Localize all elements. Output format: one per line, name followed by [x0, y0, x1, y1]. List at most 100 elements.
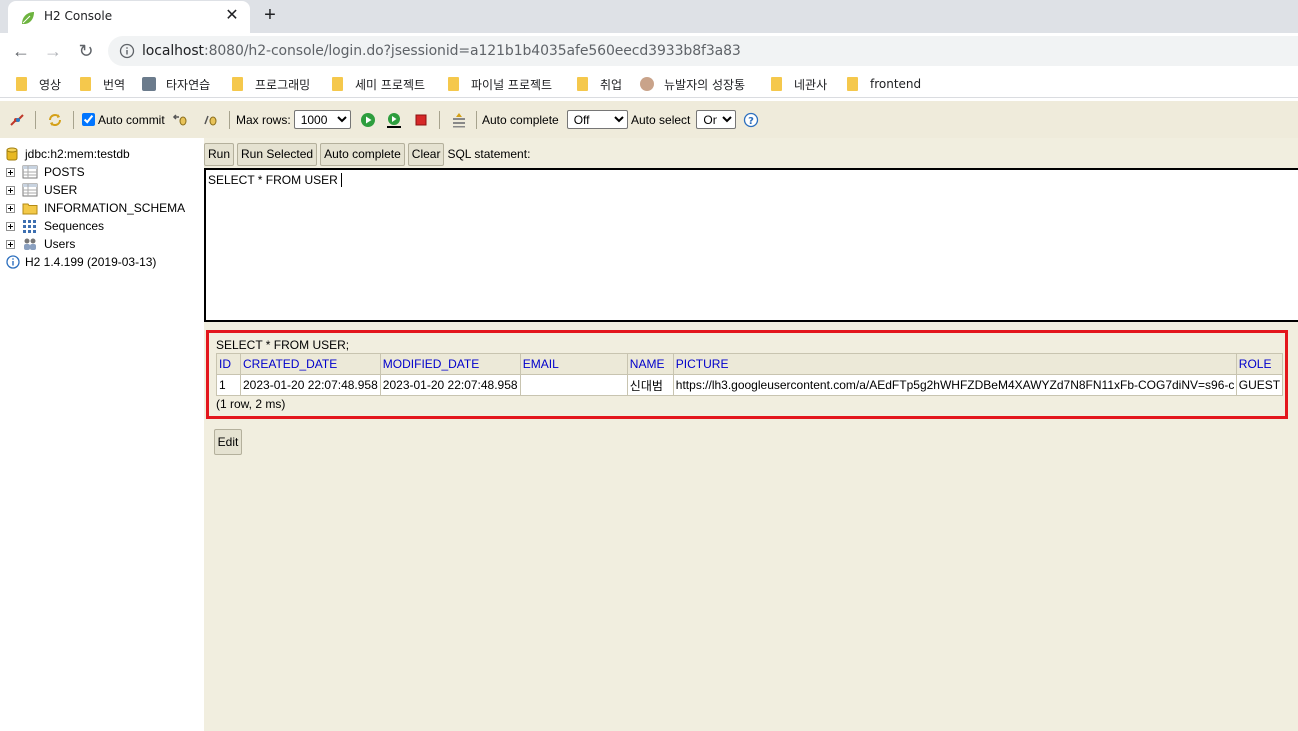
rollback-icon [172, 113, 187, 125]
column-header[interactable]: CREATED_DATE [240, 353, 381, 375]
bookmark-item[interactable]: 타자연습 [142, 75, 210, 93]
folder-icon [80, 77, 91, 91]
table-cell: 2023-01-20 22:07:48.958 [379, 374, 521, 396]
browser-tab[interactable]: H2 Console ✕ [8, 1, 250, 33]
history-button[interactable] [451, 101, 467, 138]
folder-icon [771, 77, 782, 91]
tab-close-icon[interactable]: ✕ [222, 6, 242, 26]
folder-icon [847, 77, 858, 91]
tab-title: H2 Console [44, 9, 113, 23]
sequence-icon [23, 220, 36, 233]
bookmark-item[interactable]: 네관사 [771, 75, 827, 93]
column-header[interactable]: PICTURE [672, 353, 1237, 375]
users-icon [24, 238, 36, 250]
toolbar-separator [229, 111, 230, 129]
disconnect-button[interactable] [9, 101, 25, 138]
tree-item-label: INFORMATION_SCHEMA [44, 201, 186, 215]
column-header[interactable]: EMAIL [519, 353, 628, 375]
database-icon [6, 147, 18, 161]
auto-select-label: Auto select [631, 112, 691, 127]
site-favicon-icon [640, 77, 654, 91]
sql-button-bar: Run Run Selected Auto complete Clear SQL… [204, 142, 530, 166]
tree-item-sequences[interactable]: Sequences [6, 217, 104, 235]
expand-icon[interactable] [6, 185, 15, 195]
bookmark-item[interactable]: 취업 [577, 75, 622, 93]
auto-complete-control: Auto complete Off [482, 101, 628, 138]
column-header[interactable]: ID [216, 353, 241, 375]
back-arrow-icon[interactable]: ← [9, 39, 33, 63]
new-tab-button[interactable]: + [258, 4, 282, 28]
column-header[interactable]: NAME [626, 353, 674, 375]
column-header[interactable]: MODIFIED_DATE [379, 353, 521, 375]
reload-icon[interactable]: ↻ [74, 39, 98, 63]
sql-editor-text: SELECT * FROM USER [208, 173, 342, 187]
bookmark-item[interactable]: 프로그래밍 [232, 75, 310, 93]
run-selected-button[interactable]: Run Selected [237, 142, 318, 166]
bookmark-item[interactable]: frontend [847, 75, 921, 93]
site-info-icon[interactable] [119, 43, 135, 59]
help-button[interactable]: ? [743, 101, 759, 138]
folder-icon [232, 77, 243, 91]
tree-item-information-schema[interactable]: INFORMATION_SCHEMA [6, 199, 185, 217]
commit-icon [204, 115, 217, 125]
table-icon [22, 183, 38, 197]
text-caret [340, 173, 342, 187]
run-icon [361, 112, 375, 127]
auto-select-control: Auto select On [631, 101, 737, 138]
table-cell: https://lh3.googleusercontent.com/a/AEdF… [672, 374, 1237, 396]
tree-item-posts[interactable]: POSTS [6, 163, 85, 181]
run-selected-button[interactable] [386, 101, 402, 138]
run-button[interactable] [360, 101, 376, 138]
auto-select-select[interactable]: On [696, 110, 737, 129]
bookmark-label: 프로그래밍 [255, 77, 311, 92]
run-button[interactable]: Run [204, 142, 235, 166]
column-header[interactable]: ROLE [1235, 353, 1284, 375]
result-highlight: SELECT * FROM USER; ID CREATED_DATE MODI… [206, 330, 1288, 419]
auto-complete-select[interactable]: Off [566, 110, 628, 129]
tree-item-label: Sequences [44, 219, 105, 233]
toolbar-separator [35, 111, 36, 129]
auto-complete-button[interactable]: Auto complete [320, 142, 405, 166]
address-bar[interactable]: localhost:8080/h2-console/login.do?jsess… [108, 36, 1298, 66]
bookmark-label: 취업 [600, 77, 623, 92]
site-favicon-icon [142, 77, 156, 91]
bookmark-label: frontend [870, 77, 922, 91]
auto-commit-toggle[interactable]: Auto commit [82, 101, 165, 138]
tree-connection[interactable]: jdbc:h2:mem:testdb [6, 145, 130, 163]
run-selected-icon [387, 112, 401, 128]
refresh-button[interactable] [47, 101, 63, 138]
help-icon: ? [743, 112, 759, 127]
refresh-icon [49, 113, 61, 126]
table-cell: GUEST [1235, 374, 1284, 396]
bookmark-item[interactable]: 파이널 프로젝트 [448, 75, 552, 93]
svg-text:?: ? [748, 116, 754, 127]
bookmark-item[interactable]: 영상 [16, 75, 61, 93]
expand-icon[interactable] [6, 239, 15, 249]
expand-icon[interactable] [6, 221, 15, 231]
clear-button[interactable]: Clear [407, 142, 445, 166]
bookmark-label: 네관사 [794, 77, 828, 92]
tree-item-user[interactable]: USER [6, 181, 77, 199]
bookmark-item[interactable]: 번역 [80, 75, 125, 93]
max-rows-control: Max rows: 1000 [236, 101, 351, 138]
database-tree: jdbc:h2:mem:testdb POSTS USER INFORMATIO… [0, 138, 204, 731]
browser-navbar: ← → ↻ localhost:8080/h2-console/login.do… [0, 33, 1298, 69]
bookmark-item[interactable]: 뉴발자의 성장통 [640, 75, 745, 93]
forward-arrow-icon[interactable]: → [41, 39, 65, 63]
stop-button[interactable] [413, 101, 429, 138]
table-header-row: ID CREATED_DATE MODIFIED_DATE EMAIL NAME… [216, 353, 1284, 375]
expand-icon[interactable] [6, 203, 15, 213]
tree-item-users[interactable]: Users [6, 235, 75, 253]
max-rows-select[interactable]: 1000 [293, 110, 351, 129]
commit-button[interactable] [202, 101, 218, 138]
folder-icon [577, 77, 588, 91]
auto-commit-checkbox[interactable] [82, 113, 95, 126]
url-path: :8080/h2-console/login.do?jsessionid=a12… [203, 43, 741, 59]
edit-button[interactable]: Edit [214, 429, 242, 455]
table-cell: 신대범 [626, 374, 674, 396]
sql-editor[interactable]: SELECT * FROM USER [204, 168, 1298, 322]
expand-icon[interactable] [6, 167, 15, 177]
folder-icon [16, 77, 27, 91]
bookmark-item[interactable]: 세미 프로젝트 [332, 75, 425, 93]
rollback-button[interactable] [172, 101, 188, 138]
